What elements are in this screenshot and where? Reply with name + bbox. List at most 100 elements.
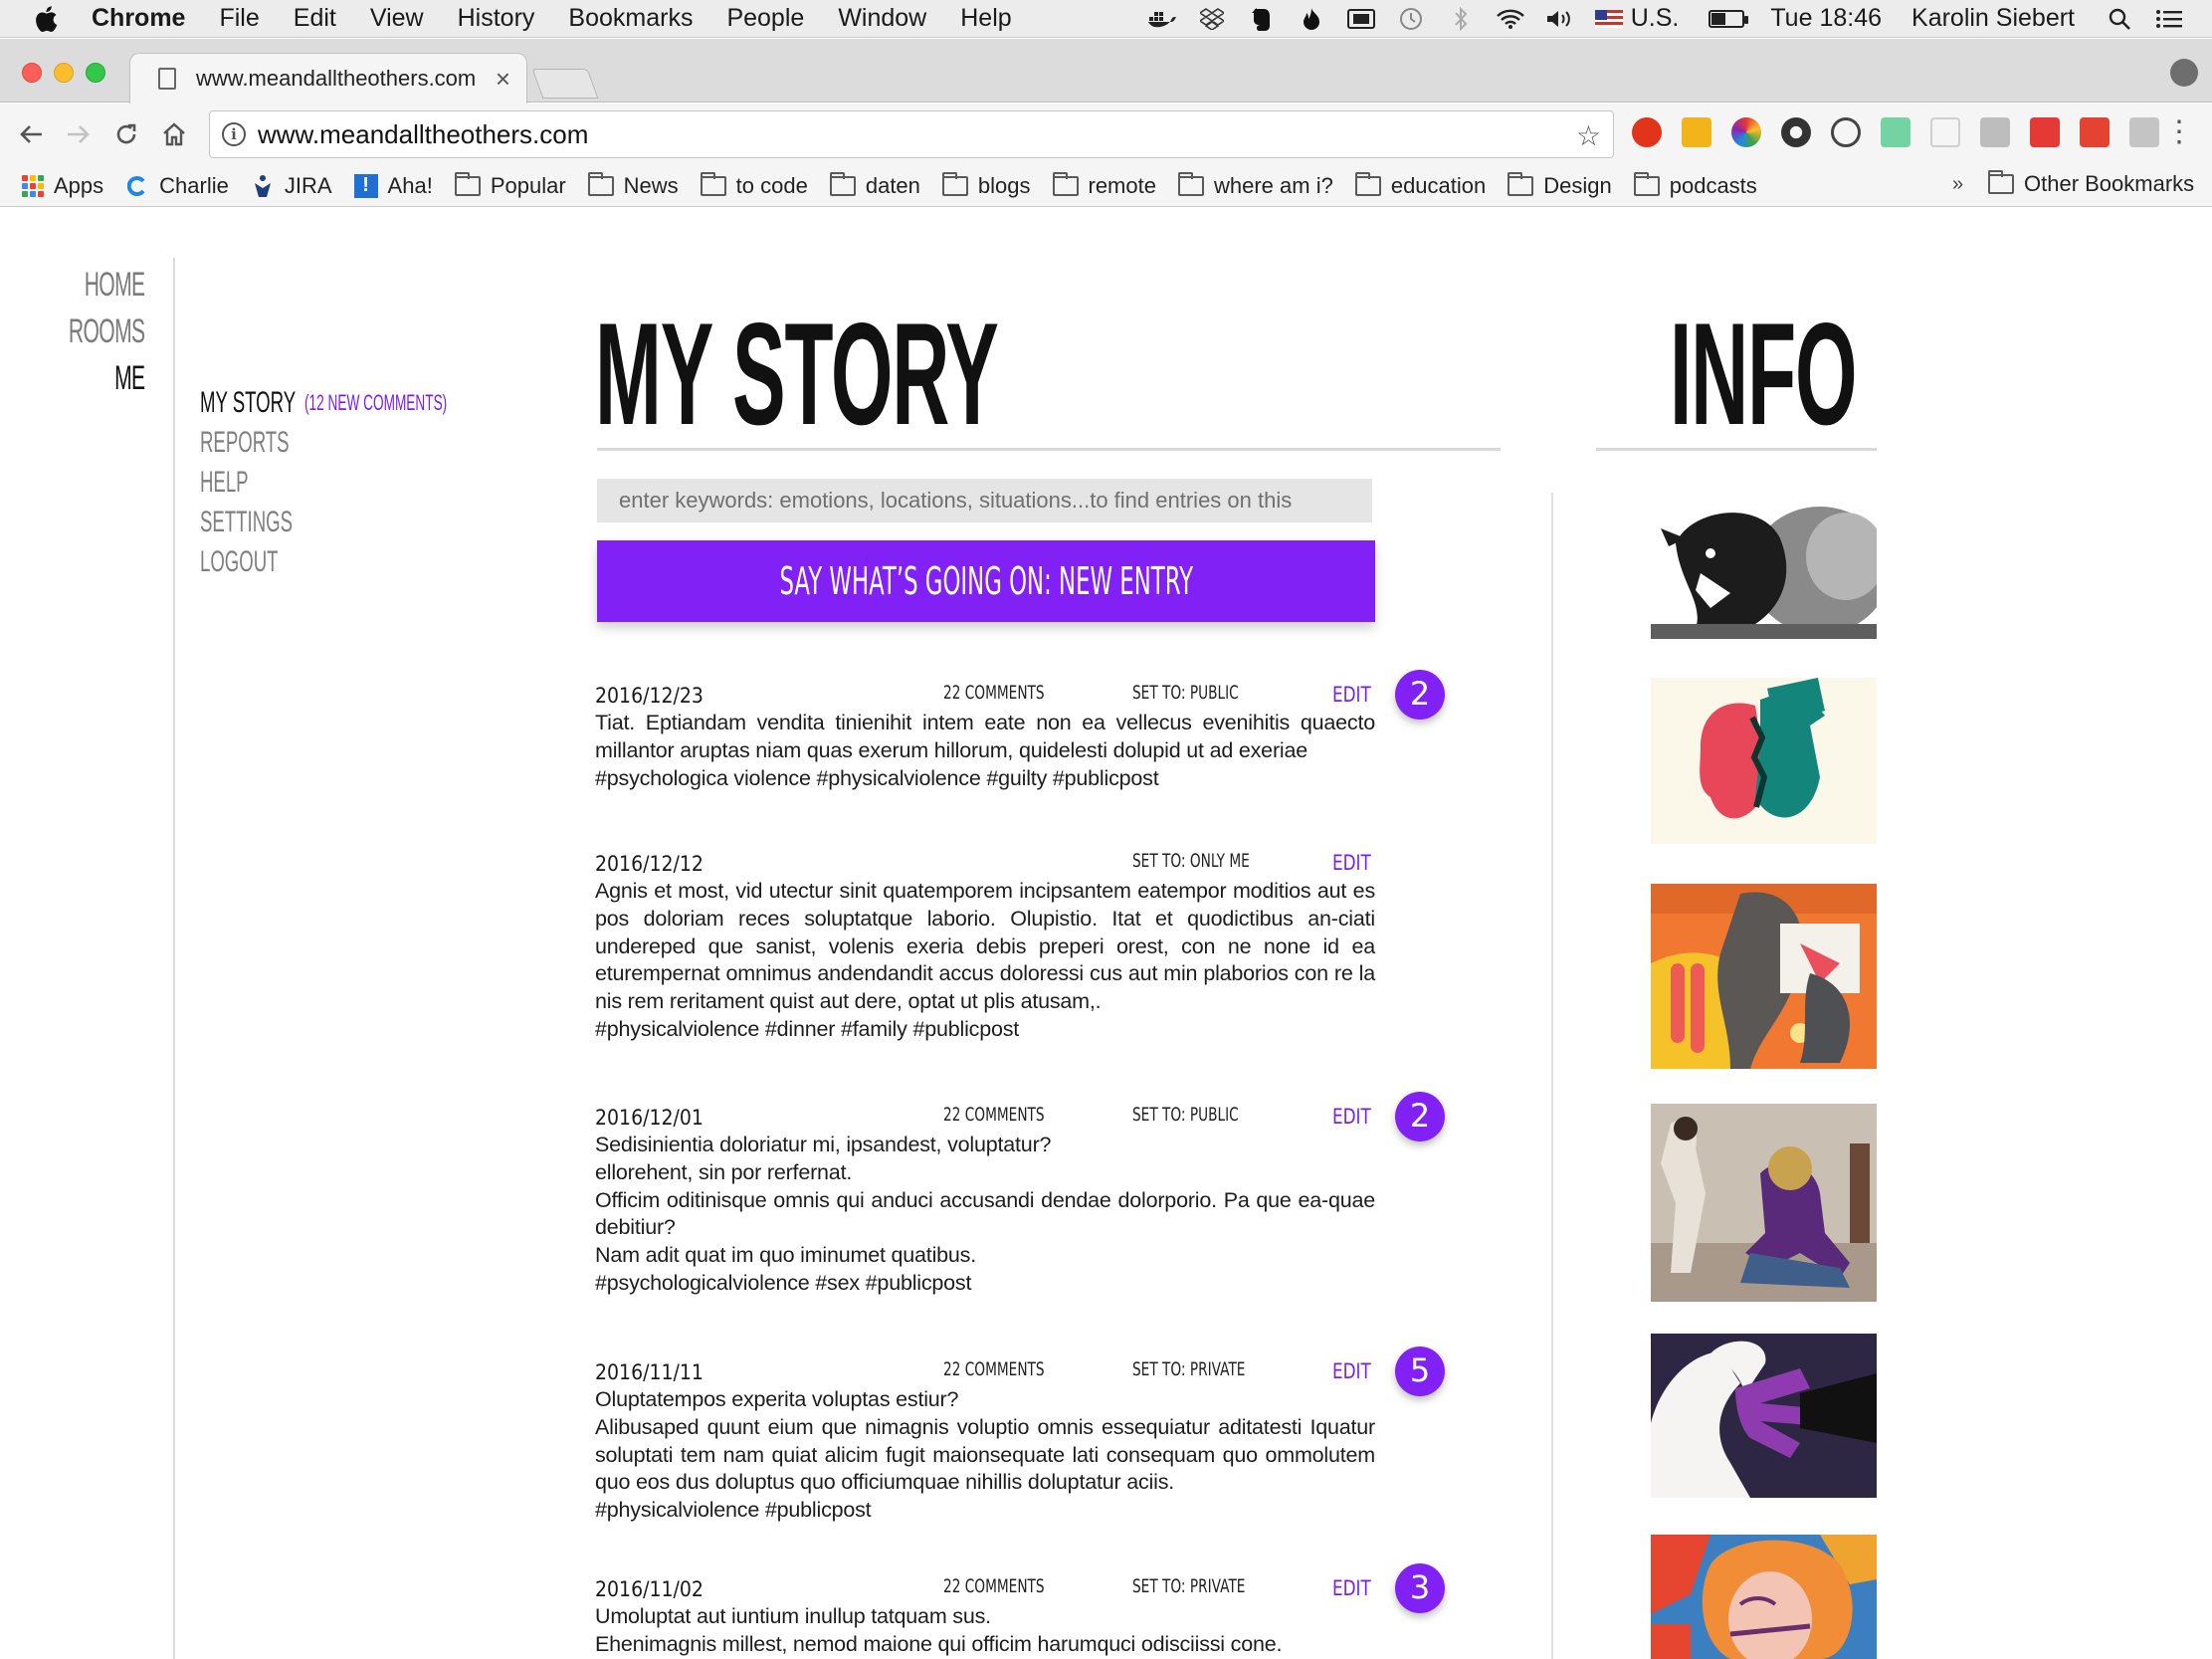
gear-extension-icon[interactable] bbox=[1781, 117, 1811, 147]
reload-icon[interactable] bbox=[109, 117, 143, 151]
entry-comments-link[interactable]: 22 COMMENTS bbox=[943, 1104, 1045, 1126]
bookmark-folder-remote[interactable]: remote bbox=[1052, 171, 1156, 199]
wifi-icon[interactable] bbox=[1496, 6, 1525, 32]
entry-comments-link[interactable]: 22 COMMENTS bbox=[943, 1575, 1045, 1597]
back-arrow-icon[interactable] bbox=[14, 117, 48, 151]
entry-edit-link[interactable]: EDIT bbox=[1332, 1359, 1371, 1383]
time-machine-icon[interactable] bbox=[1396, 6, 1426, 32]
spotlight-search-icon[interactable] bbox=[2105, 6, 2134, 32]
info-image-kitchen[interactable] bbox=[1651, 884, 1877, 1069]
address-bar-url[interactable]: www.meandalltheothers.com bbox=[258, 119, 588, 150]
entry-edit-link[interactable]: EDIT bbox=[1332, 683, 1371, 707]
bookmarks-overflow-chevron[interactable]: » bbox=[1952, 173, 1963, 196]
bookmark-folder-popular[interactable]: Popular bbox=[454, 171, 566, 199]
entry-comments-link[interactable]: 22 COMMENTS bbox=[943, 682, 1045, 704]
menu-people[interactable]: People bbox=[726, 4, 804, 33]
new-entry-button[interactable]: SAY WHAT’S GOING ON: NEW ENTRY bbox=[597, 540, 1375, 622]
subnav-settings[interactable]: SETTINGS bbox=[200, 503, 354, 542]
bookmark-aha[interactable]: ! Aha! bbox=[353, 173, 433, 199]
bookmark-folder-design[interactable]: Design bbox=[1508, 171, 1612, 199]
bookmark-jira[interactable]: JIRA bbox=[251, 173, 332, 199]
us-flag-icon[interactable] bbox=[1594, 9, 1623, 28]
entry-comment-count-badge[interactable]: 2 bbox=[1395, 670, 1445, 720]
clock[interactable]: Tue 18:46 bbox=[1770, 4, 1882, 33]
bookmark-folder-news[interactable]: News bbox=[587, 171, 679, 199]
info-image-faces[interactable] bbox=[1651, 678, 1877, 844]
browser-tab-active[interactable]: www.meandalltheothers.com × bbox=[129, 53, 527, 104]
profile-avatar-icon[interactable] bbox=[2170, 59, 2198, 87]
adblock-extension-icon[interactable] bbox=[1632, 117, 1662, 147]
bookmark-apps[interactable]: Apps bbox=[22, 173, 103, 199]
info-image-bird[interactable] bbox=[1651, 499, 1877, 639]
bookmark-folder-podcasts[interactable]: podcasts bbox=[1633, 171, 1757, 199]
notification-center-icon[interactable] bbox=[2154, 6, 2184, 32]
apple-icon[interactable] bbox=[34, 5, 58, 33]
subnav-help[interactable]: HELP bbox=[200, 463, 354, 503]
menu-file[interactable]: File bbox=[219, 4, 259, 33]
subnav-my-story[interactable]: MY STORY (12 NEW COMMENTS) bbox=[200, 383, 447, 423]
entry-search-input[interactable] bbox=[597, 479, 1372, 522]
bookmark-folder-education[interactable]: education bbox=[1354, 171, 1486, 199]
entry-comment-count-badge[interactable]: 5 bbox=[1395, 1347, 1445, 1396]
entry-visibility[interactable]: SET TO: PRIVATE bbox=[1132, 1358, 1245, 1380]
entry-visibility[interactable]: SET TO: PUBLIC bbox=[1132, 1104, 1239, 1126]
entry-visibility[interactable]: SET TO: ONLY ME bbox=[1132, 850, 1250, 872]
browser-menu-icon[interactable]: ⋮ bbox=[2164, 117, 2194, 147]
maximize-window-button[interactable] bbox=[86, 63, 105, 83]
bookmark-folder-where-am-i[interactable]: where am i? bbox=[1177, 171, 1333, 199]
nav-rooms[interactable]: ROOMS bbox=[68, 309, 144, 355]
entry-comment-count-badge[interactable]: 3 bbox=[1395, 1563, 1445, 1613]
color-wheel-extension-icon[interactable] bbox=[1731, 117, 1761, 147]
address-bar[interactable]: i www.meandalltheothers.com ☆ bbox=[209, 110, 1614, 158]
todoist-extension-icon[interactable] bbox=[2080, 117, 2110, 147]
display-mirror-icon[interactable] bbox=[1346, 6, 1376, 32]
site-info-icon[interactable]: i bbox=[222, 122, 246, 146]
bookmark-charlie[interactable]: Charlie bbox=[125, 173, 229, 199]
bookmark-star-icon[interactable]: ☆ bbox=[1576, 119, 1601, 152]
entry-edit-link[interactable]: EDIT bbox=[1332, 851, 1371, 875]
menu-bookmarks[interactable]: Bookmarks bbox=[568, 4, 693, 33]
bookmark-folder-to-code[interactable]: to code bbox=[700, 171, 808, 199]
dots-extension-icon[interactable] bbox=[2030, 117, 2060, 147]
battery-icon[interactable] bbox=[1709, 9, 1749, 28]
bookmark-folder-other[interactable]: Other Bookmarks bbox=[1988, 170, 2194, 197]
home-icon[interactable] bbox=[157, 117, 191, 151]
chart-extension-icon[interactable] bbox=[1682, 117, 1711, 147]
menu-edit[interactable]: Edit bbox=[294, 4, 336, 33]
subnav-reports[interactable]: REPORTS bbox=[200, 423, 354, 463]
forward-arrow-icon[interactable] bbox=[62, 117, 96, 151]
entry-visibility[interactable]: SET TO: PUBLIC bbox=[1132, 682, 1239, 704]
new-tab-button[interactable] bbox=[531, 69, 599, 99]
nav-home[interactable]: HOME bbox=[68, 262, 144, 309]
info-image-woman[interactable] bbox=[1651, 1535, 1877, 1659]
entry-visibility[interactable]: SET TO: PRIVATE bbox=[1132, 1575, 1245, 1597]
menu-window[interactable]: Window bbox=[838, 4, 926, 33]
close-window-button[interactable] bbox=[22, 63, 42, 83]
docker-icon[interactable] bbox=[1147, 6, 1177, 32]
menu-history[interactable]: History bbox=[458, 4, 535, 33]
flame-icon[interactable] bbox=[1297, 6, 1326, 32]
dropbox-icon[interactable] bbox=[1197, 6, 1227, 32]
entry-edit-link[interactable]: EDIT bbox=[1332, 1105, 1371, 1129]
entry-comment-count-badge[interactable]: 2 bbox=[1395, 1092, 1445, 1141]
camera-extension-icon[interactable] bbox=[2129, 117, 2159, 147]
menu-app-name[interactable]: Chrome bbox=[92, 4, 185, 33]
info-image-photo[interactable] bbox=[1651, 1104, 1877, 1302]
c-extension-icon[interactable] bbox=[1980, 117, 2010, 147]
input-source-label[interactable]: U.S. bbox=[1631, 4, 1680, 33]
volume-icon[interactable] bbox=[1545, 6, 1575, 32]
bookmark-folder-blogs[interactable]: blogs bbox=[941, 171, 1031, 199]
bluetooth-icon[interactable] bbox=[1446, 6, 1476, 32]
window-extension-icon[interactable] bbox=[1930, 117, 1960, 147]
bookmark-folder-daten[interactable]: daten bbox=[829, 171, 920, 199]
tab-close-icon[interactable]: × bbox=[496, 64, 510, 95]
subnav-logout[interactable]: LOGOUT bbox=[200, 542, 354, 582]
nav-me[interactable]: ME bbox=[68, 355, 145, 402]
menu-help[interactable]: Help bbox=[960, 4, 1011, 33]
user-name[interactable]: Karolin Siebert bbox=[1911, 4, 2075, 33]
info-image-hand[interactable] bbox=[1651, 1334, 1877, 1498]
entry-comments-link[interactable]: 22 COMMENTS bbox=[943, 1358, 1045, 1380]
menu-view[interactable]: View bbox=[370, 4, 424, 33]
entry-edit-link[interactable]: EDIT bbox=[1332, 1576, 1371, 1600]
minimize-window-button[interactable] bbox=[54, 63, 74, 83]
